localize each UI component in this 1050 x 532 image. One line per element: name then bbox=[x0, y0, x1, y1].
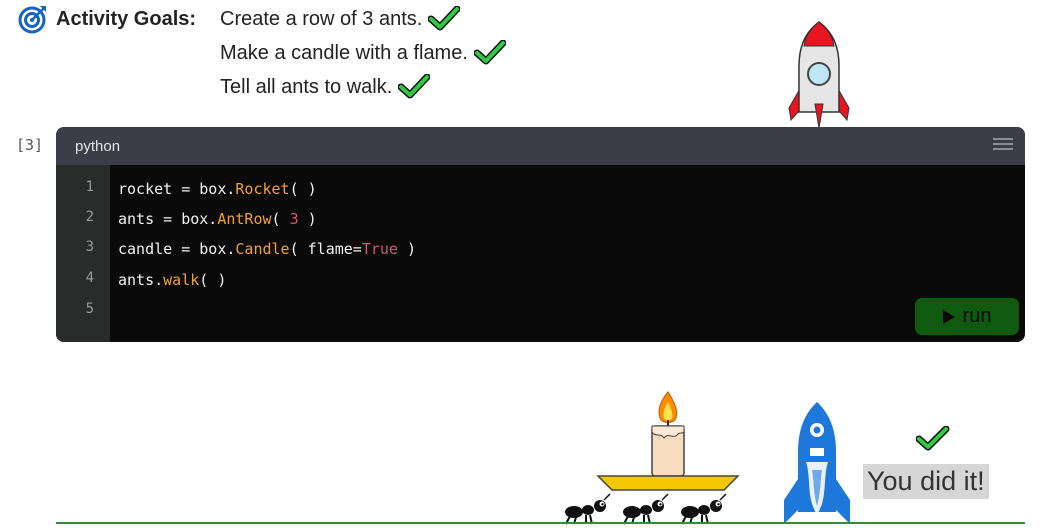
run-button[interactable]: run bbox=[915, 298, 1019, 335]
editor-header: python bbox=[56, 127, 1025, 165]
code-token: Rocket bbox=[235, 180, 290, 198]
code-token: rocket = box. bbox=[118, 180, 236, 198]
code-editor[interactable]: python 1 2 3 4 5 rocket = box.Rocket( ) … bbox=[56, 127, 1025, 342]
code-token: AntRow bbox=[217, 210, 272, 228]
code-token: walk bbox=[163, 271, 200, 289]
check-icon bbox=[473, 40, 506, 65]
candle-icon bbox=[596, 391, 740, 491]
code-token: ants = box. bbox=[118, 210, 218, 228]
activity-goals-label: Activity Goals: bbox=[56, 8, 197, 30]
code-token: ants. bbox=[118, 271, 164, 289]
code-token: True bbox=[361, 240, 398, 258]
ant-icon bbox=[681, 493, 727, 525]
cell-execution-count: [3] bbox=[16, 136, 44, 154]
line-number: 4 bbox=[85, 270, 94, 286]
ant-icon bbox=[623, 493, 669, 525]
code-line[interactable]: rocket = box.Rocket( ) bbox=[118, 180, 317, 198]
code-line[interactable]: ants.walk( ) bbox=[118, 271, 226, 289]
goal-text: Make a candle with a flame. bbox=[220, 41, 468, 64]
code-token: ) bbox=[298, 210, 317, 228]
goal-item: Make a candle with a flame. bbox=[220, 40, 506, 66]
language-label: python bbox=[75, 138, 121, 155]
code-token: 3 bbox=[289, 210, 299, 228]
ant-icon bbox=[565, 493, 611, 525]
ant-row bbox=[565, 493, 727, 525]
menu-icon[interactable] bbox=[993, 136, 1013, 152]
code-token: Candle bbox=[235, 240, 290, 258]
success-message: You did it! bbox=[863, 464, 989, 499]
line-number: 1 bbox=[85, 179, 94, 195]
code-token: ( ) bbox=[289, 180, 317, 198]
line-number: 5 bbox=[85, 301, 94, 317]
code-token: candle = box. bbox=[118, 240, 236, 258]
code-token: ( flame= bbox=[289, 240, 362, 258]
success-check-icon bbox=[916, 426, 950, 451]
code-token: ( ) bbox=[199, 271, 227, 289]
line-number: 3 bbox=[85, 239, 94, 255]
line-number-gutter: 1 2 3 4 5 bbox=[56, 165, 110, 342]
code-line[interactable]: ants = box.AntRow( 3 ) bbox=[118, 210, 317, 228]
play-icon bbox=[942, 309, 955, 324]
target-icon bbox=[18, 6, 46, 34]
run-label: run bbox=[962, 305, 992, 327]
goal-item: Create a row of 3 ants. bbox=[220, 6, 461, 32]
goal-item: Tell all ants to walk. bbox=[220, 74, 431, 100]
check-icon bbox=[428, 6, 461, 31]
ground-line bbox=[56, 522, 1025, 524]
line-number: 2 bbox=[85, 209, 94, 225]
red-rocket-icon bbox=[788, 21, 850, 129]
code-token: ( bbox=[271, 210, 290, 228]
goal-text: Tell all ants to walk. bbox=[220, 75, 393, 98]
code-token: ) bbox=[397, 240, 417, 258]
goal-text: Create a row of 3 ants. bbox=[220, 7, 423, 30]
code-line[interactable]: candle = box.Candle( flame=True ) bbox=[118, 240, 416, 258]
check-icon bbox=[398, 74, 431, 99]
blue-rocket-icon bbox=[784, 402, 850, 524]
